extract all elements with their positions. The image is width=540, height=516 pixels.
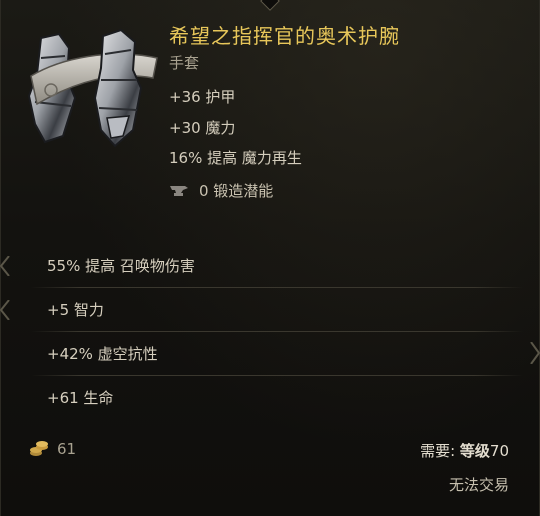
anvil-icon (170, 185, 188, 196)
item-tooltip: 希望之指挥官的奥术护腕 手套 +36 护甲 +30 魔力 16% 提高 魔力再生… (0, 0, 540, 516)
right-arrow-icon (530, 342, 540, 364)
affix-intelligence: +5 智力 (47, 301, 104, 319)
forging-potential-text: 0 锻造潜能 (199, 182, 274, 200)
left-arrow-icon (0, 256, 10, 276)
gold-coins-icon (30, 441, 48, 456)
affix-minion-damage: 55% 提高 召唤物伤害 (47, 257, 195, 275)
requirement-level-value: 70 (489, 442, 509, 460)
bracers-icon (27, 28, 158, 148)
gold-amount: 61 (57, 440, 77, 458)
left-arrow-icon (0, 300, 10, 320)
item-type: 手套 (169, 54, 200, 72)
item-name: 希望之指挥官的奥术护腕 (169, 24, 400, 48)
requirement-level-label: 等级 (459, 442, 490, 460)
implicit-mana-regen: 16% 提高 魔力再生 (169, 149, 302, 167)
trade-status: 无法交易 (448, 476, 509, 494)
affix-row: +5 智力 (0, 288, 540, 332)
affix-void-resistance: +42% 虚空抗性 (47, 345, 158, 363)
requirement-label: 需要: (420, 442, 460, 460)
affix-row: +42% 虚空抗性 (1, 332, 540, 376)
affix-list: 55% 提高 召唤物伤害 +5 智力 +42% 虚空抗性 +61 生命 (0, 244, 540, 420)
forging-potential: 0 锻造潜能 (169, 180, 273, 201)
affix-row: +61 生命 (1, 376, 540, 420)
level-requirement: 需要: 等级70 (420, 440, 509, 461)
gold-value: 61 (29, 440, 76, 458)
tooltip-top-notch (260, 0, 280, 11)
affix-row: 55% 提高 召唤物伤害 (0, 244, 540, 288)
implicit-mana: +30 魔力 (169, 119, 236, 137)
implicit-armor: +36 护甲 (169, 88, 236, 106)
affix-health: +61 生命 (47, 389, 114, 407)
